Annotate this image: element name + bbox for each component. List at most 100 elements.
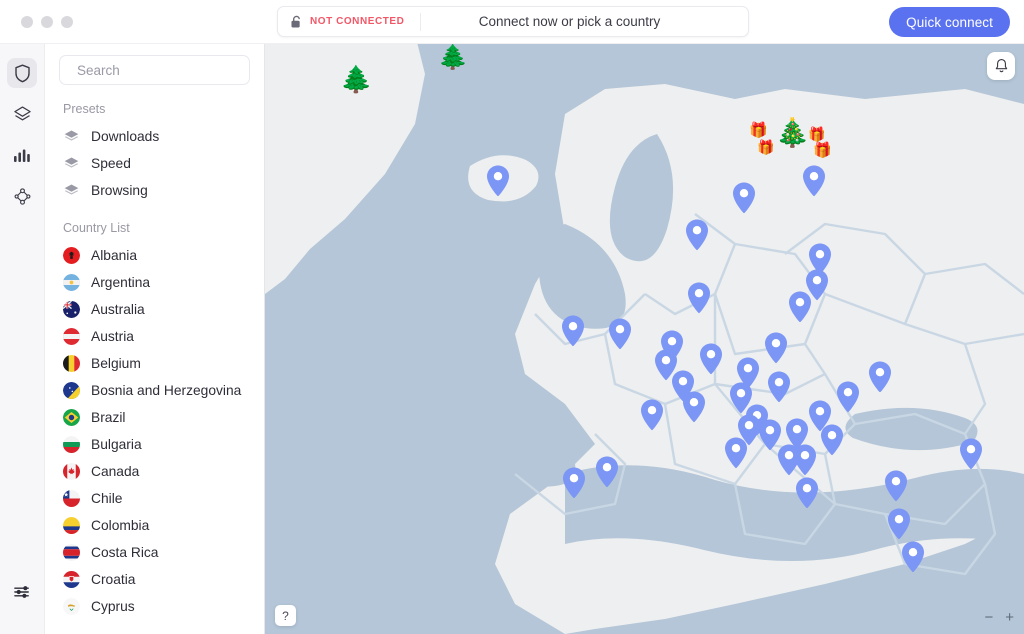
country-label: Argentina xyxy=(91,275,150,290)
country-label: Chile xyxy=(91,491,122,506)
server-pin[interactable] xyxy=(787,290,813,324)
layers-icon xyxy=(63,155,80,172)
search-box[interactable] xyxy=(59,55,250,85)
country-item-colombia[interactable]: Colombia xyxy=(45,512,264,539)
server-pin[interactable] xyxy=(560,314,586,348)
rail-item-stats[interactable] xyxy=(7,140,37,170)
server-pin[interactable] xyxy=(698,342,724,376)
country-label: Bulgaria xyxy=(91,437,142,452)
zoom-out-button[interactable]: − xyxy=(984,610,993,625)
status-badge: NOT CONNECTED xyxy=(310,16,404,27)
server-pin[interactable] xyxy=(723,436,749,470)
app-body: Presets Downloads Speed xyxy=(0,44,1024,634)
server-pin[interactable] xyxy=(607,317,633,351)
flag-australia xyxy=(63,301,80,318)
flag-brazil xyxy=(63,409,80,426)
rail-item-settings[interactable] xyxy=(7,577,37,607)
rail-item-presets[interactable] xyxy=(7,99,37,129)
quick-connect-button[interactable]: Quick connect xyxy=(889,7,1010,37)
gift-box-icon: 🎁 xyxy=(749,123,768,138)
rail-item-vpn[interactable] xyxy=(7,58,37,88)
country-label: Colombia xyxy=(91,518,149,533)
pine-tree-icon: 🌲 xyxy=(438,46,468,70)
country-item-croatia[interactable]: Croatia xyxy=(45,566,264,593)
server-pin[interactable] xyxy=(958,437,984,471)
server-pin[interactable] xyxy=(684,218,710,252)
server-pin[interactable] xyxy=(883,469,909,503)
country-item-albania[interactable]: Albania xyxy=(45,242,264,269)
country-list-section-label: Country List xyxy=(45,204,264,242)
country-item-costa-rica[interactable]: Costa Rica xyxy=(45,539,264,566)
rail-item-meshnet[interactable] xyxy=(7,181,37,211)
country-label: Costa Rica xyxy=(91,545,158,560)
unlocked-padlock-icon xyxy=(290,15,303,29)
server-pin[interactable] xyxy=(594,455,620,489)
layers-icon xyxy=(13,105,32,124)
country-item-australia[interactable]: Australia xyxy=(45,296,264,323)
connection-status-bar[interactable]: NOT CONNECTED Connect now or pick a coun… xyxy=(277,6,749,37)
country-item-chile[interactable]: Chile xyxy=(45,485,264,512)
country-item-cyprus[interactable]: Cyprus xyxy=(45,593,264,620)
country-label: Austria xyxy=(91,329,134,344)
server-pin[interactable] xyxy=(794,476,820,510)
gift-box-icon: 🎁 xyxy=(808,127,825,141)
server-pin[interactable] xyxy=(686,281,712,315)
close-button[interactable] xyxy=(21,16,33,28)
server-pin[interactable] xyxy=(886,507,912,541)
server-pin[interactable] xyxy=(792,443,818,477)
country-label: Cyprus xyxy=(91,599,135,614)
server-pin[interactable] xyxy=(681,390,707,424)
bar-chart-icon xyxy=(13,147,31,164)
christmas-tree-icon: 🎄 xyxy=(775,119,810,147)
help-button[interactable]: ? xyxy=(275,605,296,626)
country-item-argentina[interactable]: Argentina xyxy=(45,269,264,296)
server-pin[interactable] xyxy=(763,331,789,365)
maximize-button[interactable] xyxy=(61,16,73,28)
window-controls[interactable] xyxy=(0,16,73,28)
country-label: Bosnia and Herzegovina xyxy=(91,383,241,398)
country-label: Brazil xyxy=(91,410,126,425)
server-pin[interactable] xyxy=(731,181,757,215)
flag-costa-rica xyxy=(63,544,80,561)
server-pin[interactable] xyxy=(485,164,511,198)
country-label: Albania xyxy=(91,248,137,263)
notifications-button[interactable] xyxy=(987,52,1015,80)
pine-tree-icon: 🌲 xyxy=(340,66,372,92)
bell-icon xyxy=(994,58,1009,74)
world-map[interactable]: 🌲 🌲 🎄 🎁 🎁 🎁 🎁 ? − + xyxy=(265,44,1024,634)
preset-item-browsing[interactable]: Browsing xyxy=(45,177,264,204)
server-pin[interactable] xyxy=(819,423,845,457)
map-zoom-controls[interactable]: − + xyxy=(984,610,1014,625)
search-input[interactable] xyxy=(77,63,254,78)
preset-item-downloads[interactable]: Downloads xyxy=(45,123,264,150)
country-label: Belgium xyxy=(91,356,141,371)
flag-albania xyxy=(63,247,80,264)
zoom-in-button[interactable]: + xyxy=(1005,610,1014,625)
country-item-brazil[interactable]: Brazil xyxy=(45,404,264,431)
country-label: Croatia xyxy=(91,572,135,587)
country-list: Albania Argentina xyxy=(45,242,264,620)
country-item-bulgaria[interactable]: Bulgaria xyxy=(45,431,264,458)
nordvpn-app-window: NOT CONNECTED Connect now or pick a coun… xyxy=(0,0,1024,634)
server-pin[interactable] xyxy=(639,398,665,432)
server-pin[interactable] xyxy=(561,466,587,500)
layers-icon xyxy=(63,182,80,199)
country-item-austria[interactable]: Austria xyxy=(45,323,264,350)
shield-icon xyxy=(14,64,31,83)
connection-status: NOT CONNECTED xyxy=(278,15,420,29)
presets-list: Downloads Speed Browsing xyxy=(45,123,264,204)
country-item-canada[interactable]: Canada xyxy=(45,458,264,485)
country-item-bosnia-and-herzegovina[interactable]: Bosnia and Herzegovina xyxy=(45,377,264,404)
server-pin[interactable] xyxy=(801,164,827,198)
preset-label: Browsing xyxy=(91,183,148,198)
gift-box-icon: 🎁 xyxy=(813,143,832,158)
country-item-belgium[interactable]: Belgium xyxy=(45,350,264,377)
layers-icon xyxy=(63,128,80,145)
minimize-button[interactable] xyxy=(41,16,53,28)
server-pin[interactable] xyxy=(766,370,792,404)
server-pin[interactable] xyxy=(900,540,926,574)
sidebar: Presets Downloads Speed xyxy=(45,44,265,634)
server-pin[interactable] xyxy=(835,380,861,414)
preset-item-speed[interactable]: Speed xyxy=(45,150,264,177)
server-pin[interactable] xyxy=(867,360,893,394)
